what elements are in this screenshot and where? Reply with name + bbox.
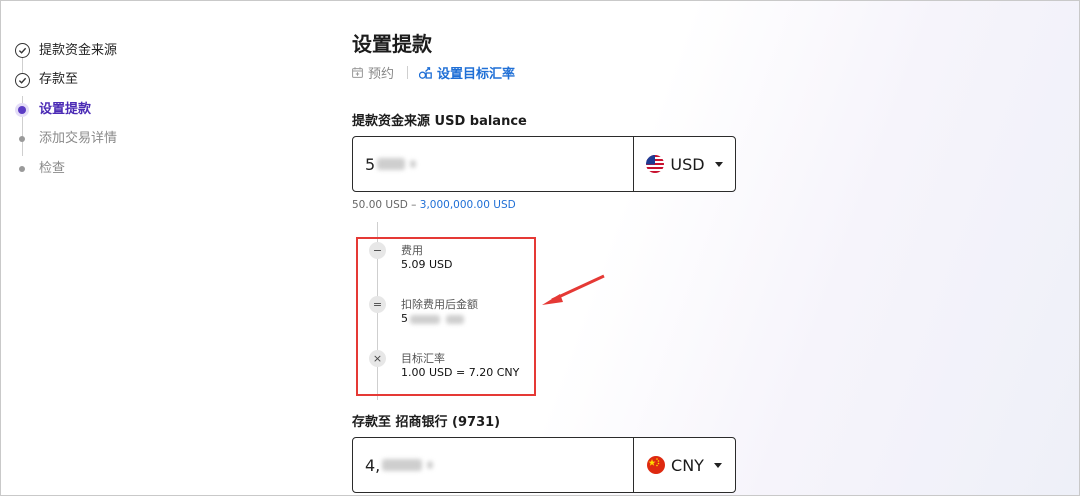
check-circle-icon — [14, 43, 30, 59]
schedule-label: 预约 — [368, 67, 395, 82]
step-review: 检查 — [14, 154, 214, 184]
source-label: 提款资金来源 USD balance — [352, 114, 527, 129]
source-amount-visible: 5 — [365, 154, 376, 174]
destination-amount-field: 4, CNY — [352, 437, 736, 493]
annotation-arrow-icon — [542, 274, 605, 305]
step-set-withdrawal[interactable]: 设置提款 — [14, 95, 214, 125]
page-title: 设置提款 — [352, 32, 432, 56]
active-dot-icon — [18, 105, 26, 114]
step-label: 检查 — [39, 160, 66, 176]
calendar-icon — [352, 67, 363, 78]
source-amount-input[interactable]: 5 — [353, 137, 633, 191]
cn-flag-icon — [647, 456, 666, 474]
redacted-mask — [377, 158, 406, 170]
progress-stepper: 提款资金来源 存款至 设置提款 添加交易详情 检查 — [14, 36, 214, 184]
step-label: 提款资金来源 — [39, 42, 118, 58]
redacted-mask — [382, 459, 423, 471]
highlight-box — [356, 237, 536, 396]
source-currency-select[interactable]: USD — [633, 137, 735, 191]
destination-amount-visible: 4, — [365, 455, 381, 475]
destination-currency-code: CNY — [671, 455, 704, 475]
range-separator: – — [407, 199, 420, 211]
redacted-mask — [410, 160, 417, 168]
set-target-rate-link[interactable]: 设置目标汇率 — [419, 63, 515, 82]
step-label: 设置提款 — [39, 101, 92, 117]
destination-label: 存款至 招商银行 (9731) — [352, 415, 501, 430]
pending-dot-icon — [19, 165, 25, 172]
exchange-rate-icon — [419, 66, 432, 79]
us-flag-icon — [646, 155, 665, 173]
chevron-down-icon — [714, 161, 723, 167]
step-funding-source[interactable]: 提款资金来源 — [14, 36, 214, 66]
options-bar: 预约 设置目标汇率 — [352, 63, 515, 82]
step-label: 存款至 — [39, 72, 79, 88]
set-target-rate-label: 设置目标汇率 — [437, 67, 516, 82]
pending-dot-icon — [19, 136, 25, 143]
chevron-down-icon — [713, 462, 722, 468]
check-circle-icon — [14, 72, 30, 88]
amount-range-hint: 50.00 USD – 3,000,000.00 USD — [352, 199, 516, 211]
destination-currency-select[interactable]: CNY — [633, 438, 735, 492]
step-deposit-to[interactable]: 存款至 — [14, 66, 214, 96]
step-transaction-details: 添加交易详情 — [14, 125, 214, 155]
step-label: 添加交易详情 — [39, 131, 118, 147]
range-max: 3,000,000.00 USD — [419, 199, 516, 211]
destination-amount-input[interactable]: 4, — [353, 438, 633, 492]
redacted-mask — [427, 461, 434, 469]
range-min: 50.00 USD — [352, 199, 408, 211]
source-amount-field: 5 USD — [352, 136, 736, 192]
source-currency-code: USD — [670, 154, 705, 174]
divider — [407, 66, 409, 79]
schedule-option[interactable]: 预约 — [352, 63, 394, 82]
